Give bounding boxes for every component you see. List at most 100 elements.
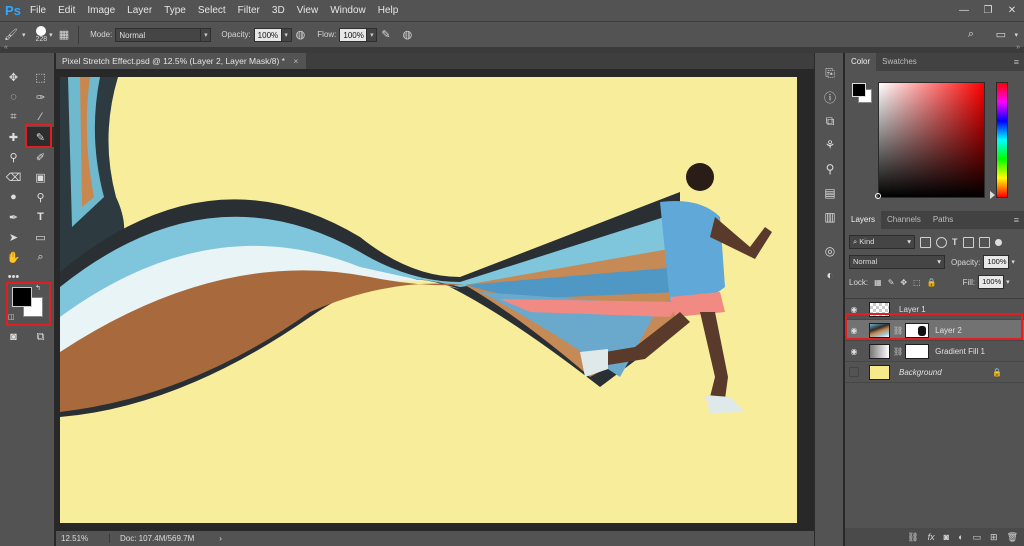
type-tool-icon[interactable]: T (27, 207, 54, 227)
menu-view[interactable]: View (291, 0, 325, 21)
eye-icon[interactable]: ◉ (849, 367, 859, 377)
mode-select[interactable]: Normal (115, 27, 202, 42)
blend-mode-select[interactable]: Normal ▾ (849, 255, 945, 269)
menu-edit[interactable]: Edit (52, 0, 81, 21)
zoom-tool-icon[interactable]: ⌕ (27, 247, 54, 267)
status-menu-arrow[interactable]: › (219, 534, 222, 543)
document-tab[interactable]: Pixel Stretch Effect.psd @ 12.5% (Layer … (56, 53, 306, 69)
close-icon[interactable]: × (293, 56, 298, 66)
fx-icon[interactable]: fx (928, 532, 935, 542)
screen-mode-icon[interactable]: ⧉ (27, 327, 54, 347)
chevron-down-icon[interactable]: ▾ (1011, 258, 1015, 266)
lock-transparent-icon[interactable]: ▦ (874, 278, 882, 287)
group-icon[interactable]: ▭ (973, 532, 982, 543)
quick-select-tool-icon[interactable]: ✑ (27, 87, 54, 107)
workspace-icon[interactable]: ▭ (996, 28, 1006, 41)
pressure-opacity-icon[interactable]: ◍ (296, 28, 306, 41)
clone-source-panel-icon[interactable]: ⧉ (815, 109, 845, 133)
dodge-tool-icon[interactable]: ⚲ (27, 187, 54, 207)
layer-mask-thumbnail[interactable] (905, 343, 930, 359)
blur-tool-icon[interactable]: ● (0, 187, 27, 207)
layer-opacity-field[interactable]: 100% (983, 255, 1010, 269)
menu-file[interactable]: File (24, 0, 52, 21)
foreground-color-chip[interactable] (852, 83, 866, 97)
lock-all-icon[interactable]: 🔒 (927, 278, 937, 287)
hand-tool-icon[interactable]: ✋ (0, 247, 27, 267)
menu-select[interactable]: Select (192, 0, 232, 21)
flow-field[interactable]: 100% (339, 27, 368, 42)
adjustment-icon[interactable]: ◐ (958, 532, 963, 542)
hue-slider[interactable] (996, 82, 1008, 198)
brush-preset-icon[interactable]: 🖌 (4, 28, 18, 41)
tab-color[interactable]: Color (845, 53, 877, 71)
mask-icon[interactable]: ◙ (944, 532, 949, 542)
collapse-left-icon[interactable]: « (4, 44, 8, 51)
lock-image-icon[interactable]: ✎ (888, 278, 895, 287)
canvas-area[interactable] (56, 69, 814, 531)
brush-size-picker[interactable]: 228 (35, 26, 47, 43)
kind-filter-select[interactable]: ⌕ Kind ▾ (849, 235, 915, 249)
smart-object-filter-icon[interactable] (978, 236, 990, 248)
tab-channels[interactable]: Channels (881, 211, 927, 229)
new-layer-icon[interactable]: ⊞ (990, 532, 998, 543)
minimize-button[interactable]: — (952, 0, 976, 21)
menu-window[interactable]: Window (324, 0, 372, 21)
close-button[interactable]: ✕ (1000, 0, 1024, 21)
menu-type[interactable]: Type (158, 0, 192, 21)
collapse-right-icon[interactable]: » (1016, 44, 1020, 51)
opacity-field[interactable]: 100% (253, 27, 282, 42)
hue-slider-handle[interactable] (990, 191, 995, 199)
layer-row-gradient-fill-1[interactable]: ◉ ⛓ Gradient Fill 1 (845, 341, 1024, 362)
history-panel-icon[interactable]: ⎘ (815, 61, 845, 85)
search-icon[interactable]: ⌕ (968, 28, 974, 41)
libraries-panel-icon[interactable]: ◎ (815, 239, 845, 263)
lasso-tool-icon[interactable]: ◌ (0, 87, 27, 107)
panel-menu-icon[interactable]: ≡ (1014, 211, 1019, 229)
eye-icon[interactable]: ◉ (845, 347, 863, 356)
airbrush-icon[interactable]: ✎ (381, 28, 390, 41)
color-picker-field[interactable] (878, 82, 985, 198)
lock-position-icon[interactable]: ✥ (900, 278, 907, 287)
adjustment-filter-icon[interactable] (936, 236, 947, 248)
type-filter-icon[interactable]: T (952, 237, 958, 247)
lock-artboard-icon[interactable]: ⬚ (913, 278, 921, 287)
crop-tool-icon[interactable]: ⌗ (0, 107, 27, 127)
zoom-level[interactable]: 12.51% (56, 534, 110, 543)
properties-panel-icon[interactable]: ▤ (815, 181, 845, 205)
path-select-tool-icon[interactable]: ➤ (0, 227, 27, 247)
menu-3d[interactable]: 3D (266, 0, 291, 21)
gradient-tool-icon[interactable]: ▣ (27, 167, 54, 187)
menu-layer[interactable]: Layer (121, 0, 158, 21)
filter-toggle-icon[interactable] (994, 238, 1002, 246)
history-brush-tool-icon[interactable]: ✐ (27, 147, 54, 167)
healing-brush-tool-icon[interactable]: ✚ (0, 127, 27, 147)
tab-layers[interactable]: Layers (845, 211, 882, 229)
pen-tool-icon[interactable]: ✒ (0, 207, 27, 227)
panel-menu-icon[interactable]: ≡ (1014, 53, 1019, 71)
rectangle-tool-icon[interactable]: ▭ (27, 227, 54, 247)
chevron-down-icon[interactable]: ▾ (1006, 278, 1010, 286)
chevron-down-icon[interactable]: ▾ (367, 27, 378, 42)
chain-link-icon[interactable]: ⛓ (893, 347, 903, 356)
brush-settings-panel-icon[interactable]: ⚘ (815, 133, 845, 157)
trash-icon[interactable]: 🗑 (1007, 532, 1018, 543)
restore-button[interactable]: ❐ (976, 0, 1000, 21)
tool-presets-panel-icon[interactable]: ⚲ (815, 157, 845, 181)
move-tool-icon[interactable]: ✥ (0, 67, 27, 87)
adjustments-panel-icon[interactable]: ◐ (815, 263, 845, 287)
chevron-down-icon[interactable]: ▾ (1014, 31, 1018, 39)
chevron-down-icon[interactable]: ▾ (22, 31, 26, 39)
shape-filter-icon[interactable] (962, 236, 974, 248)
chevron-down-icon[interactable]: ▾ (281, 27, 292, 42)
pixel-filter-icon[interactable] (920, 236, 931, 248)
tab-swatches[interactable]: Swatches (876, 53, 923, 71)
chevron-down-icon[interactable]: ▾ (49, 31, 53, 39)
marquee-tool-icon[interactable]: ⬚ (27, 67, 54, 87)
clone-stamp-tool-icon[interactable]: ⚲ (0, 147, 27, 167)
brush-panel-icon[interactable]: ▦ (59, 28, 69, 41)
pressure-size-icon[interactable]: ◍ (403, 28, 413, 41)
chevron-down-icon[interactable]: ▾ (201, 27, 212, 42)
document-canvas[interactable] (60, 77, 797, 523)
notes-panel-icon[interactable]: ▥ (815, 205, 845, 229)
quick-mask-icon[interactable]: ◙ (0, 327, 27, 347)
